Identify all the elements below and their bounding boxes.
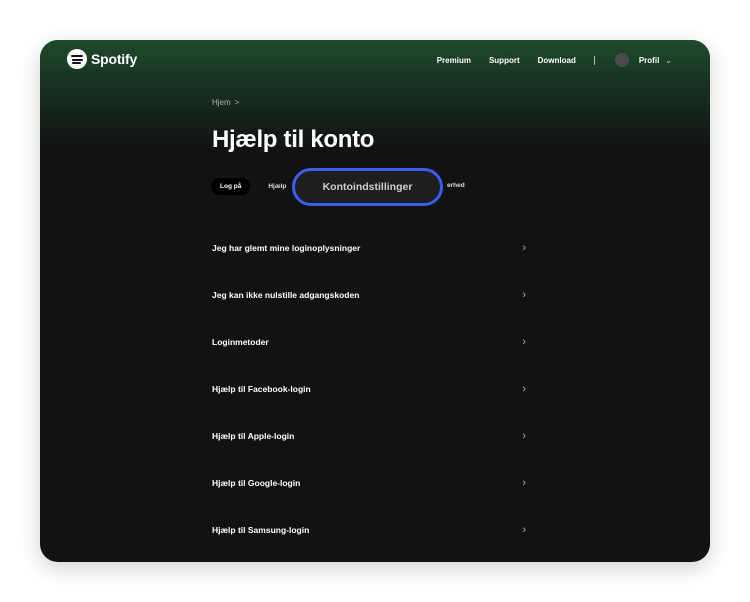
chevron-right-icon: › xyxy=(522,476,526,489)
list-item-label: Jeg har glemt mine loginoplysninger xyxy=(212,242,361,253)
tab-hjaelp[interactable]: Hjælp xyxy=(268,183,286,190)
app-window: Spotify Premium Support Download Profil … xyxy=(40,40,710,562)
spotify-logo[interactable]: Spotify xyxy=(67,49,137,69)
category-tabs: Log på Hjælp xyxy=(211,178,286,195)
chevron-right-icon: › xyxy=(522,523,526,536)
chevron-right-icon: › xyxy=(522,429,526,442)
list-item[interactable]: Loginmetoder › xyxy=(212,318,530,365)
list-item-label: Hjælp til Facebook-login xyxy=(212,383,311,394)
chevron-right-icon: › xyxy=(522,335,526,348)
chevron-right-icon: › xyxy=(522,241,526,254)
top-navbar: Spotify Premium Support Download Profil … xyxy=(40,40,710,78)
profile-menu-label[interactable]: Profil xyxy=(639,56,659,65)
tab-kontoindstillinger-label: Kontoindstillinger xyxy=(322,181,413,193)
list-item[interactable]: Hjælp til Google-login › xyxy=(212,459,530,506)
list-item[interactable]: Hjælp til Facebook-login › xyxy=(212,365,530,412)
nav-premium-link[interactable]: Premium xyxy=(437,56,471,65)
tab-sikkerhed-partial[interactable]: erhed xyxy=(447,182,465,189)
tab-kontoindstillinger-highlighted[interactable]: Kontoindstillinger xyxy=(292,168,443,206)
breadcrumb: Hjem > xyxy=(212,98,239,107)
breadcrumb-home-link[interactable]: Hjem xyxy=(212,98,231,107)
chevron-right-icon: › xyxy=(522,382,526,395)
list-item[interactable]: Jeg kan ikke nulstille adgangskoden › xyxy=(212,271,530,318)
nav-support-link[interactable]: Support xyxy=(489,56,520,65)
list-item-label: Hjælp til Samsung-login xyxy=(212,524,310,535)
chevron-down-icon[interactable]: ⌄ xyxy=(665,56,672,65)
breadcrumb-separator-icon: > xyxy=(234,98,240,107)
list-item-label: Loginmetoder xyxy=(212,336,269,347)
list-item-label: Jeg kan ikke nulstille adgangskoden xyxy=(212,289,360,300)
nav-divider xyxy=(593,55,595,65)
avatar[interactable] xyxy=(614,53,629,67)
list-item-label: Hjælp til Google-login xyxy=(212,477,301,488)
list-item[interactable]: Hjælp til Samsung-login › xyxy=(212,506,530,553)
spotify-logo-icon xyxy=(67,49,87,69)
brand-name: Spotify xyxy=(91,51,138,67)
nav-links: Premium Support Download Profil ⌄ xyxy=(419,53,672,67)
list-item[interactable]: Hjælp til Apple-login › xyxy=(212,412,530,459)
list-item-label: Hjælp til Apple-login xyxy=(212,430,295,441)
nav-download-link[interactable]: Download xyxy=(538,56,576,65)
page-title: Hjælp til konto xyxy=(212,126,375,153)
help-topic-list: Jeg har glemt mine loginoplysninger › Je… xyxy=(212,224,530,553)
chevron-right-icon: › xyxy=(522,288,526,301)
list-item[interactable]: Jeg har glemt mine loginoplysninger › xyxy=(212,224,530,271)
tab-log-pa[interactable]: Log på xyxy=(211,178,251,195)
